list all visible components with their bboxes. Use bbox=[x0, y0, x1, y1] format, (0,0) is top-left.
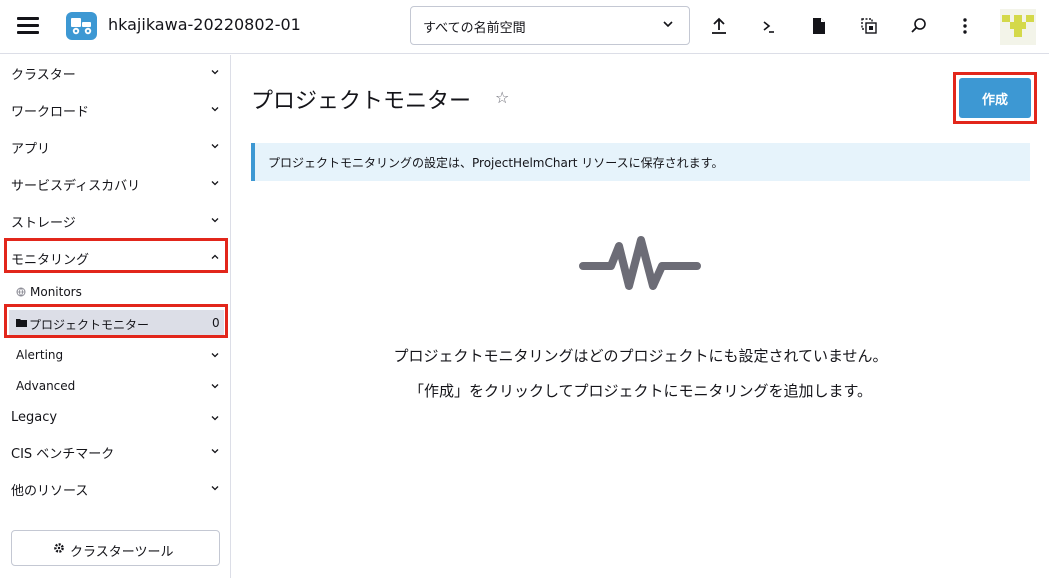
nav-group-legacy[interactable]: Legacy bbox=[0, 403, 230, 433]
shell-icon[interactable] bbox=[756, 12, 782, 40]
nav-group-label: Legacy bbox=[11, 410, 58, 425]
globe-icon bbox=[16, 287, 26, 297]
nav-group-workload[interactable]: ワークロード bbox=[0, 94, 230, 124]
cluster-name[interactable]: hkajikawa-20220802-01 bbox=[108, 15, 301, 34]
copy-icon[interactable] bbox=[856, 12, 882, 40]
namespace-select[interactable]: すべての名前空間 bbox=[410, 6, 690, 45]
sidebar-item-label: Advanced bbox=[16, 379, 76, 393]
page-title: プロジェクトモニター bbox=[251, 89, 472, 114]
nav-group-cis[interactable]: CIS ベンチマーク bbox=[0, 436, 230, 466]
upload-icon[interactable] bbox=[706, 12, 732, 40]
top-header: hkajikawa-20220802-01 すべての名前空間 bbox=[0, 0, 1049, 54]
folder-icon bbox=[16, 319, 27, 327]
sidebar-item-monitors[interactable]: Monitors bbox=[0, 279, 230, 305]
star-icon[interactable]: ☆ bbox=[495, 88, 509, 107]
chevron-down-icon bbox=[211, 181, 219, 186]
chevron-down-icon bbox=[663, 21, 673, 28]
chevron-down-icon bbox=[211, 144, 219, 149]
file-icon[interactable] bbox=[806, 12, 832, 40]
cluster-tools-button[interactable]: クラスターツール bbox=[11, 530, 220, 566]
sidebar-item-advanced[interactable]: Advanced bbox=[0, 373, 230, 399]
empty-state-hint: 「作成」をクリックしてプロジェクトにモニタリングを追加します。 bbox=[408, 382, 873, 400]
sidebar-item-alerting[interactable]: Alerting bbox=[0, 342, 230, 368]
chevron-down-icon bbox=[211, 384, 219, 389]
namespace-select-value: すべての名前空間 bbox=[423, 21, 526, 36]
nav-group-label: サービスディスカバリ bbox=[11, 179, 141, 194]
chevron-down-icon bbox=[211, 449, 219, 454]
chevron-down-icon bbox=[211, 70, 219, 75]
empty-state-message: プロジェクトモニタリングはどのプロジェクトにも設定されていません。 bbox=[393, 347, 888, 365]
info-banner-text: プロジェクトモニタリングの設定は、ProjectHelmChart リソースに保… bbox=[268, 156, 724, 170]
nav-group-label: ワークロード bbox=[11, 105, 90, 120]
nav-group-monitoring[interactable]: モニタリング bbox=[0, 242, 230, 272]
nav-group-label: アプリ bbox=[11, 142, 51, 157]
count-badge: 0 bbox=[212, 316, 220, 330]
chevron-down-icon bbox=[211, 416, 219, 421]
chevron-down-icon bbox=[211, 486, 219, 491]
chevron-up-icon bbox=[211, 254, 219, 259]
chevron-down-icon bbox=[211, 107, 219, 112]
sidebar: クラスター ワークロード アプリ サービスディスカバリ ストレージ モニタリング… bbox=[0, 55, 231, 578]
nav-group-apps[interactable]: アプリ bbox=[0, 131, 230, 161]
nav-group-label: 他のリソース bbox=[11, 484, 89, 499]
gear-icon bbox=[54, 543, 64, 553]
chevron-down-icon bbox=[211, 218, 219, 223]
nav-group-other-resources[interactable]: 他のリソース bbox=[0, 473, 230, 503]
sidebar-item-label: Monitors bbox=[30, 285, 82, 299]
cluster-tools-label: クラスターツール bbox=[70, 545, 174, 560]
nav-group-label: ストレージ bbox=[11, 216, 76, 231]
nav-group-storage[interactable]: ストレージ bbox=[0, 205, 230, 235]
avatar-icon[interactable] bbox=[1000, 9, 1036, 45]
sidebar-item-label: プロジェクトモニター bbox=[29, 318, 150, 332]
search-icon[interactable] bbox=[906, 12, 932, 40]
nav-group-label: クラスター bbox=[11, 68, 76, 83]
pulse-icon bbox=[579, 236, 701, 290]
nav-group-label: CIS ベンチマーク bbox=[11, 447, 115, 462]
cluster-icon[interactable] bbox=[66, 12, 97, 40]
chevron-down-icon bbox=[211, 353, 219, 358]
create-button[interactable]: 作成 bbox=[959, 78, 1031, 118]
sidebar-item-project-monitor[interactable]: プロジェクトモニター 0 bbox=[9, 310, 224, 336]
nav-group-label: モニタリング bbox=[11, 253, 90, 268]
sidebar-item-label: Alerting bbox=[16, 348, 64, 362]
nav-group-cluster[interactable]: クラスター bbox=[0, 57, 230, 87]
info-banner: プロジェクトモニタリングの設定は、ProjectHelmChart リソースに保… bbox=[251, 143, 1030, 181]
more-icon[interactable] bbox=[952, 12, 978, 40]
nav-group-service-discovery[interactable]: サービスディスカバリ bbox=[0, 168, 230, 198]
menu-icon[interactable] bbox=[17, 17, 39, 35]
